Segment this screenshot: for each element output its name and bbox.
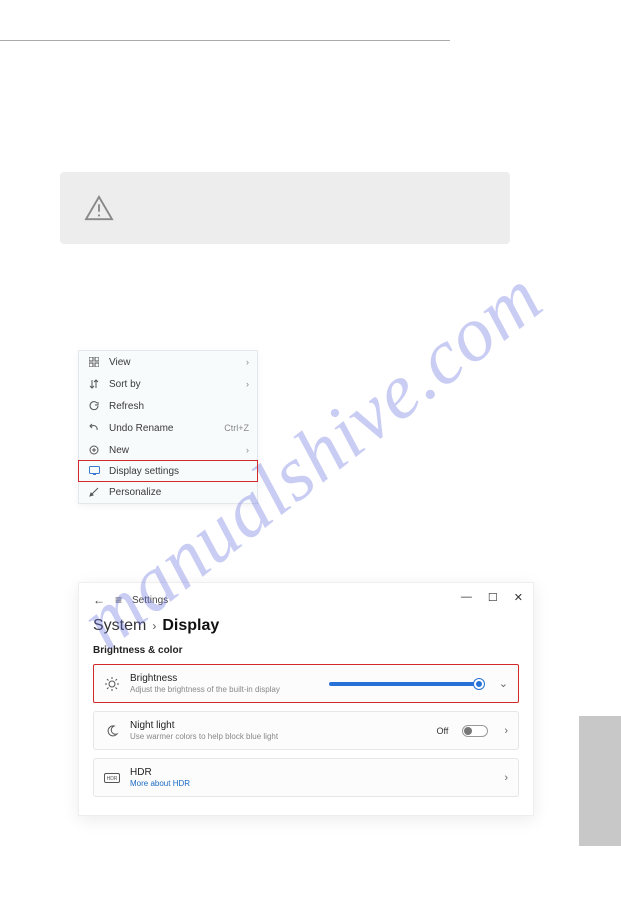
refresh-icon <box>87 399 101 413</box>
ctx-item-display-settings[interactable]: Display settings <box>78 460 258 482</box>
ctx-label: Display settings <box>109 466 249 477</box>
chevron-right-icon[interactable]: › <box>504 772 508 784</box>
maximize-button[interactable]: ☐ <box>488 591 498 604</box>
settings-window: — ☐ ✕ ← ≡ Settings System › Display Brig… <box>78 582 534 816</box>
ctx-label: Undo Rename <box>109 423 224 434</box>
chevron-right-icon: › <box>152 619 156 633</box>
panel-title: Night light <box>130 720 426 731</box>
chevron-right-icon: › <box>246 445 249 455</box>
sun-icon <box>104 676 120 692</box>
hdr-link[interactable]: More about HDR <box>130 779 488 788</box>
callout-box <box>60 172 510 244</box>
plus-circle-icon <box>87 443 101 457</box>
page-edge-tab <box>579 716 621 846</box>
ctx-item-personalize[interactable]: Personalize <box>79 481 257 503</box>
moon-icon <box>104 723 120 739</box>
panel-hdr[interactable]: HDR HDR More about HDR › <box>93 758 519 797</box>
panel-title: Brightness <box>130 673 319 684</box>
hdr-icon: HDR <box>104 770 120 786</box>
panel-desc: Use warmer colors to help block blue lig… <box>130 732 426 741</box>
slider-thumb[interactable] <box>474 679 484 689</box>
sort-icon <box>87 377 101 391</box>
chevron-right-icon: › <box>246 379 249 389</box>
ctx-item-view[interactable]: View › <box>79 351 257 373</box>
panel-brightness[interactable]: Brightness Adjust the brightness of the … <box>93 664 519 703</box>
brush-icon <box>87 485 101 499</box>
desktop-context-menu: View › Sort by › Refresh Undo Rename Ctr… <box>78 350 258 504</box>
undo-icon <box>87 421 101 435</box>
ctx-label: New <box>109 445 246 456</box>
brightness-slider[interactable] <box>329 682 479 686</box>
menu-button[interactable]: ≡ <box>115 593 122 607</box>
ctx-item-refresh[interactable]: Refresh <box>79 395 257 417</box>
breadcrumb-current: Display <box>162 617 219 635</box>
close-button[interactable]: ✕ <box>514 591 523 604</box>
ctx-item-sortby[interactable]: Sort by › <box>79 373 257 395</box>
chevron-right-icon[interactable]: › <box>504 725 508 737</box>
minimize-button[interactable]: — <box>461 591 472 604</box>
divider-line <box>0 40 450 41</box>
display-icon <box>87 464 101 478</box>
breadcrumb: System › Display <box>93 617 519 635</box>
panel-title: HDR <box>130 767 488 778</box>
toggle-knob <box>464 727 472 735</box>
ctx-label: Sort by <box>109 379 246 390</box>
section-heading: Brightness & color <box>93 645 519 656</box>
svg-text:HDR: HDR <box>107 776 118 782</box>
ctx-label: View <box>109 357 246 368</box>
window-controls: — ☐ ✕ <box>461 591 523 604</box>
toggle-state: Off <box>436 726 448 736</box>
back-button[interactable]: ← <box>93 593 105 607</box>
app-title: Settings <box>132 595 168 606</box>
ctx-item-undo[interactable]: Undo Rename Ctrl+Z <box>79 417 257 439</box>
window-nav: ← ≡ Settings <box>93 593 519 607</box>
ctx-label: Refresh <box>109 401 249 412</box>
breadcrumb-parent[interactable]: System <box>93 617 146 635</box>
grid-icon <box>87 355 101 369</box>
chevron-right-icon: › <box>246 357 249 367</box>
chevron-down-icon[interactable]: ⌄ <box>499 677 508 690</box>
ctx-label: Personalize <box>109 487 249 498</box>
panel-desc: Adjust the brightness of the built-in di… <box>130 685 319 694</box>
night-light-toggle[interactable] <box>462 725 488 737</box>
panel-night-light[interactable]: Night light Use warmer colors to help bl… <box>93 711 519 750</box>
ctx-shortcut: Ctrl+Z <box>224 423 249 433</box>
ctx-item-new[interactable]: New › <box>79 439 257 461</box>
warning-icon <box>84 195 114 221</box>
